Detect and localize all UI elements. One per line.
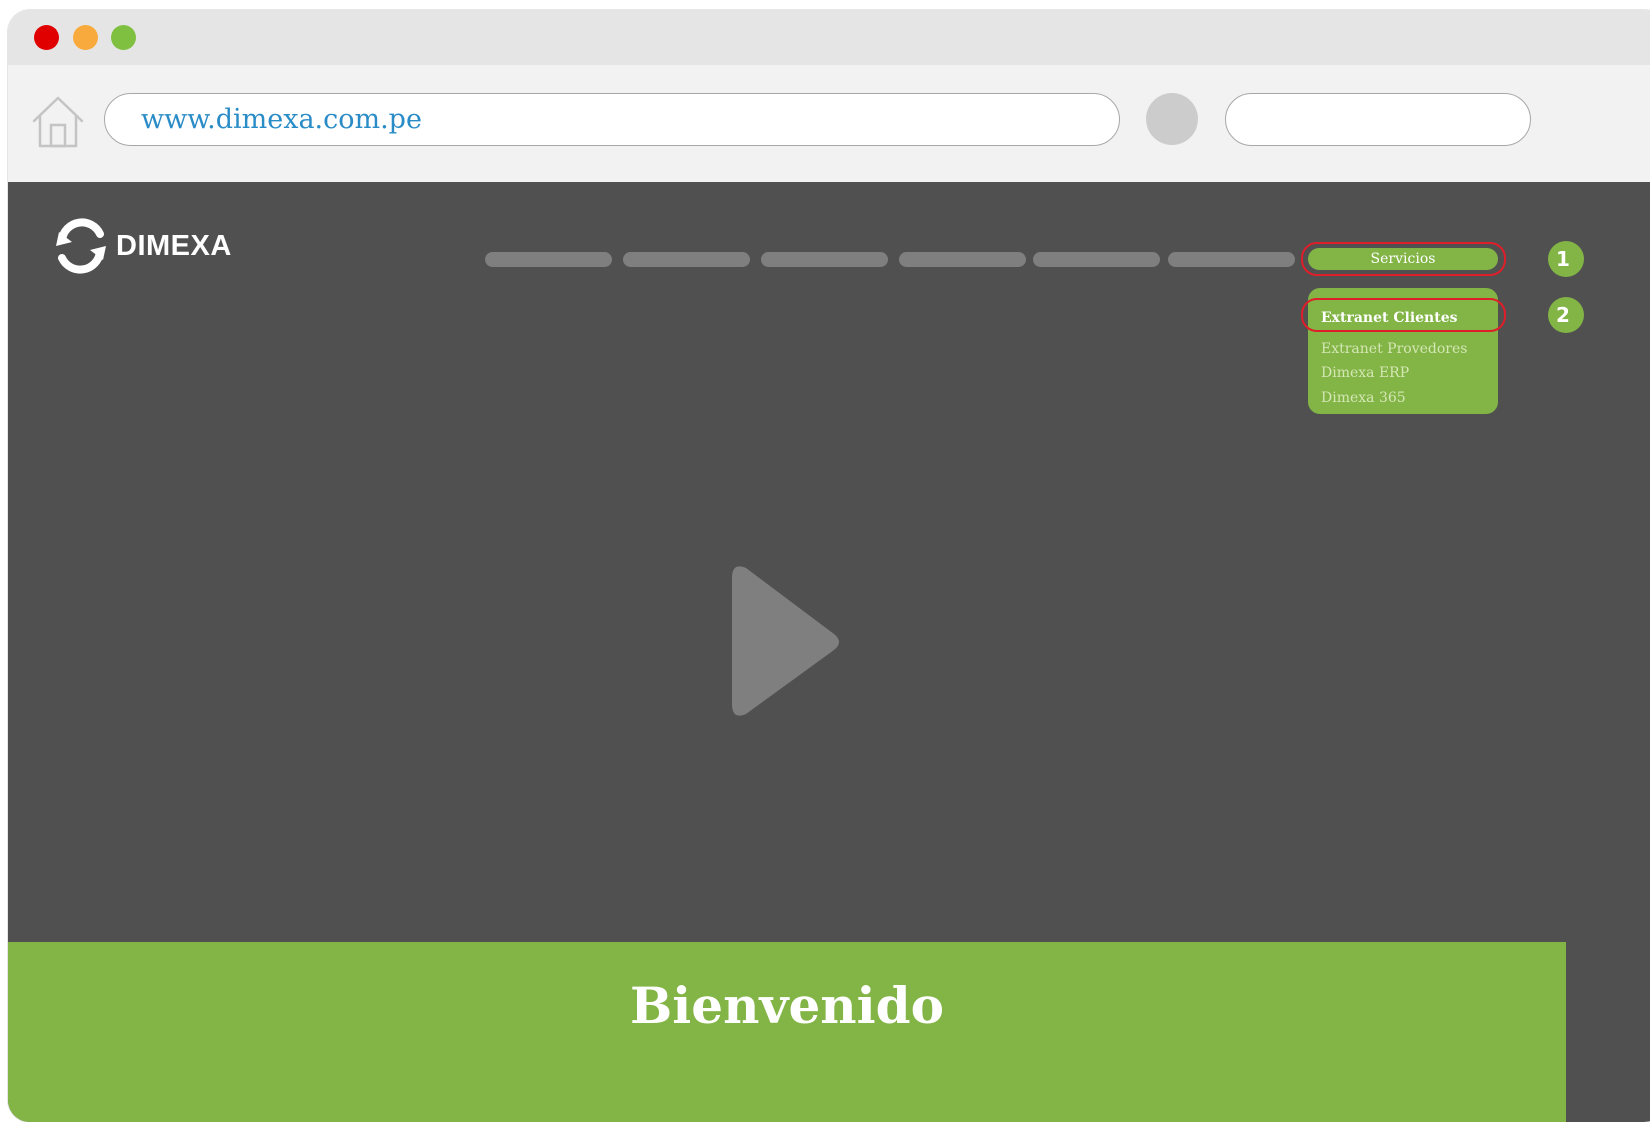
home-icon[interactable] (30, 95, 86, 149)
dimexa-logo-icon (56, 218, 106, 274)
browser-toolbar: www.dimexa.com.pe (8, 65, 1650, 182)
nav-item-placeholder[interactable] (899, 252, 1026, 267)
step-2-badge: 2 (1548, 297, 1584, 333)
step-1-number: 1 (1556, 247, 1570, 271)
dropdown-item-dimexa-365[interactable]: Dimexa 365 (1308, 386, 1498, 411)
address-bar[interactable]: www.dimexa.com.pe (104, 93, 1120, 146)
nav-item-placeholder[interactable] (623, 252, 750, 267)
zoom-window-button[interactable] (111, 25, 136, 50)
welcome-banner: Bienvenido (8, 942, 1566, 1122)
minimize-window-button[interactable] (73, 25, 98, 50)
servicios-menu-button[interactable]: Servicios (1308, 248, 1498, 270)
welcome-heading: Bienvenido (630, 976, 944, 1035)
servicios-label: Servicios (1370, 251, 1436, 267)
nav-item-placeholder[interactable] (485, 252, 612, 267)
title-bar (8, 10, 1650, 65)
logo-wordmark: DIMEXA (116, 229, 232, 262)
website-viewport: DIMEXA Servicios Extranet Clientes Extra… (8, 182, 1650, 1122)
dropdown-item-extranet-provedores[interactable]: Extranet Provedores (1308, 337, 1498, 362)
browser-window: www.dimexa.com.pe DIMEXA Servicios Extra… (8, 10, 1650, 1122)
play-icon[interactable] (720, 562, 842, 722)
step-2-number: 2 (1556, 303, 1570, 327)
profile-avatar[interactable] (1146, 93, 1198, 145)
nav-item-placeholder[interactable] (761, 252, 888, 267)
dropdown-item-dimexa-erp[interactable]: Dimexa ERP (1308, 361, 1498, 386)
dimexa-logo[interactable]: DIMEXA (54, 218, 232, 274)
step-1-badge: 1 (1548, 241, 1584, 277)
servicios-dropdown: Extranet Clientes Extranet Provedores Di… (1308, 288, 1498, 414)
nav-item-placeholder[interactable] (1033, 252, 1160, 267)
nav-item-placeholder[interactable] (1168, 252, 1295, 267)
close-window-button[interactable] (34, 25, 59, 50)
browser-search-input[interactable] (1225, 93, 1531, 146)
dropdown-item-extranet-clientes[interactable]: Extranet Clientes (1308, 306, 1498, 331)
url-text: www.dimexa.com.pe (141, 104, 422, 135)
